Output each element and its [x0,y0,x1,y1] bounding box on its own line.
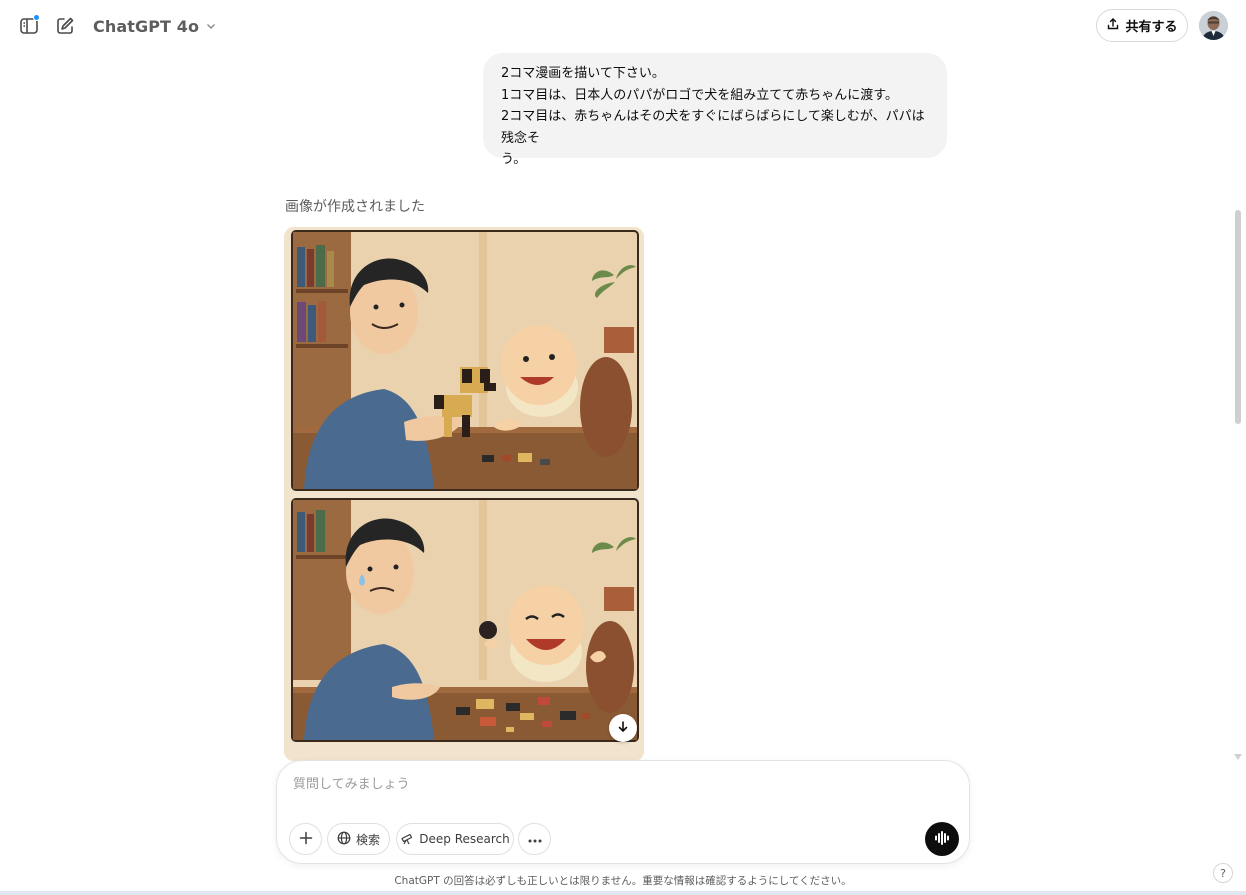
chevron-down-icon [205,17,217,36]
user-avatar[interactable] [1199,11,1228,40]
user-message-line: 2コマ漫画を描いて下さい。 [501,66,665,81]
voice-waveform-icon [934,830,950,849]
disclaimer-text: ChatGPT の回答は必ずしも正しいとは限りません。重要な情報は確認するように… [394,875,852,887]
globe-icon [337,831,351,848]
generated-comic-image[interactable] [284,227,644,761]
user-message-bubble: 2コマ漫画を描いて下さい。 1コマ目は、日本人のパパがロゴで犬を組み立てて赤ちゃ… [483,53,947,167]
model-selector[interactable]: ChatGPT 4o [93,14,217,38]
deep-research-button[interactable]: Deep Research [396,823,514,855]
share-label: 共有する [1125,20,1178,35]
share-upload-icon [1106,17,1120,35]
new-chat-edit-icon[interactable] [52,13,78,39]
voice-mode-button[interactable] [925,822,959,856]
sidebar-toggle-icon[interactable] [16,13,42,39]
download-image-button[interactable] [609,714,637,742]
notification-dot [33,14,40,21]
deep-research-label: Deep Research [419,832,510,846]
user-message-line: 1コマ目は、日本人のパパがロゴで犬を組み立てて赤ちゃんに渡す。 [501,87,898,103]
top-bar: ChatGPT 4o 共有する [0,0,1246,52]
model-name: ChatGPT 4o [93,16,200,36]
message-composer: 検索 Deep Research [276,760,970,864]
plus-icon [299,831,313,848]
prompt-input[interactable] [293,773,933,795]
scrollbar-thumb[interactable] [1235,210,1241,424]
chat-page: ChatGPT 4o 共有する 2コマ漫画を描いて下さい。 1コマ目は、日本人の… [0,0,1246,895]
telescope-icon [400,831,414,848]
image-created-status: 画像が作成されました [285,199,425,215]
help-button[interactable]: ? [1213,863,1233,883]
comic-panel-2 [291,498,639,742]
search-label: 検索 [355,832,380,847]
scroll-down-arrow-icon[interactable] [1233,746,1243,760]
search-button[interactable]: 検索 [327,823,390,855]
download-arrow-icon [616,719,630,738]
user-message-line: う。 [501,152,527,167]
more-tools-button[interactable] [518,823,551,855]
attach-plus-button[interactable] [289,823,322,855]
share-button[interactable]: 共有する [1096,9,1188,42]
window-bottom-edge [0,891,1246,895]
user-message-line: 2コマ目は、赤ちゃんはその犬をすぐにばらばらにして楽しむが、パパは残念そ [501,109,925,146]
comic-panel-1 [291,230,639,491]
ellipsis-icon [528,832,542,846]
